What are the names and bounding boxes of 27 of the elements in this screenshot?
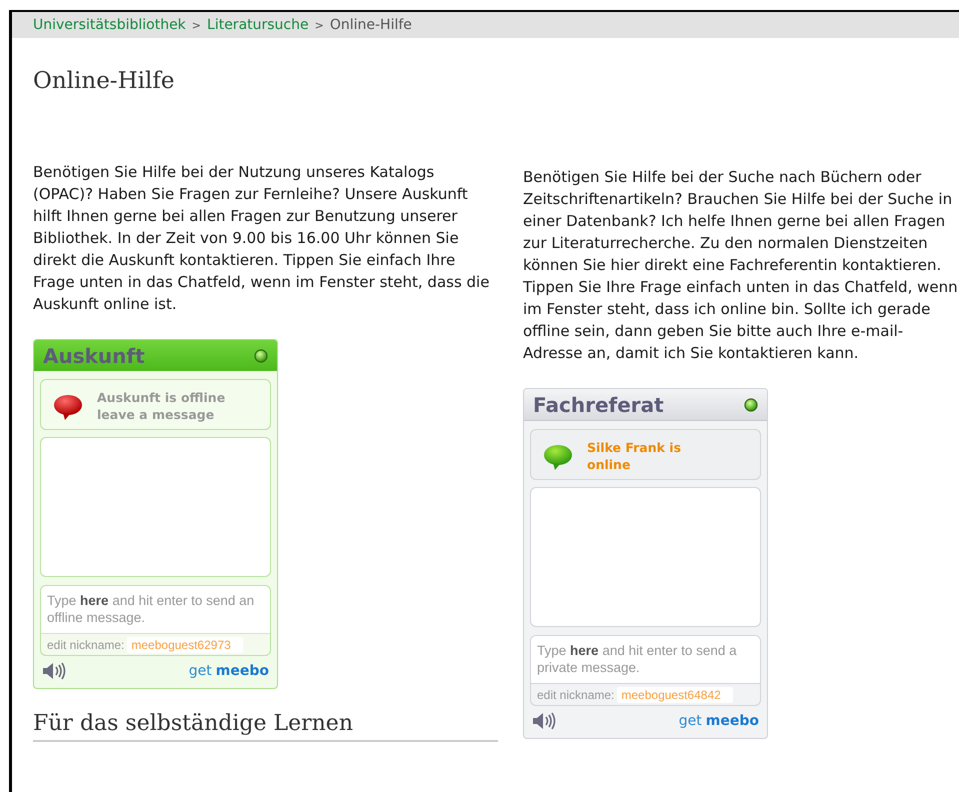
status-text: Silke Frank is online: [587, 439, 682, 473]
nickname-label: edit nickname:: [537, 688, 614, 702]
status-dot-icon: [254, 348, 268, 362]
breadcrumb-link[interactable]: Literatursuche: [207, 17, 309, 33]
nickname-field[interactable]: meeboguest64842: [617, 686, 734, 702]
speaker-icon: [532, 712, 558, 730]
speaker-icon: [42, 662, 68, 680]
message-field[interactable]: Type here and hit enter to send a private message.: [531, 636, 760, 684]
status-dot-icon: [744, 398, 758, 412]
nickname-field[interactable]: meeboguest62973: [127, 636, 244, 652]
meebo-link[interactable]: get meebo: [678, 713, 759, 729]
paragraph: Benötigen Sie Hilfe bei der Suche nach Büchern oder Zeitschriftenartikeln? Brauchen Sie Hilfe bei der Suche in einer Datenbank? Ich helfe Ihnen gerne bei allen Fragen zur Literaturrecherche. Zu den normalen Dienstzeiten können Sie hier direkt eine Fachreferentin kontaktieren. Tippen Sie Ihre Frage einfach unten in das Chatfeld, wenn im Fenster steht, dass ich online bin. Sollte ich gerade offline sein, dann geben Sie bitte auch Ihre e-mail-Adresse an, damit ich Sie kontaktieren kann.: [523, 167, 959, 364]
speech-bubble-icon: [53, 394, 83, 420]
paragraph: Benötigen Sie Hilfe bei der Nutzung unseres Katalogs (OPAC)? Haben Sie Fragen zur Fernleihe? Unsere Auskunft hilft Ihnen gerne bei allen Fragen zur Benutzung unserer Bibliothek. In der Zeit von 9.00 bis 16.00 Uhr können Sie direkt die Auskunft kontaktieren. Tippen Sie einfach Ihre Frage unten in das Chatfeld, wenn im Fenster steht, dass die Auskunft online ist.: [33, 162, 490, 315]
page-title: Online-Hilfe: [33, 68, 176, 94]
breadcrumb-separator: >: [314, 18, 324, 32]
breadcrumb-separator: >: [192, 18, 202, 32]
widget-title: Auskunft: [43, 344, 145, 368]
speech-bubble-icon: [543, 444, 573, 470]
breadcrumb-current: Online-Hilfe: [330, 17, 412, 33]
widget-title: Fachreferat: [533, 392, 664, 416]
nickname-label: edit nickname:: [47, 638, 124, 652]
section-heading: Für das selbständige Lernen: [33, 711, 498, 742]
message-field[interactable]: Type here and hit enter to send an offline message.: [41, 586, 270, 634]
status-text: Auskunft is offline leave a message: [97, 389, 226, 423]
meebo-link[interactable]: get meebo: [188, 663, 269, 679]
breadcrumb-link[interactable]: Universitätsbibliothek: [33, 17, 186, 33]
